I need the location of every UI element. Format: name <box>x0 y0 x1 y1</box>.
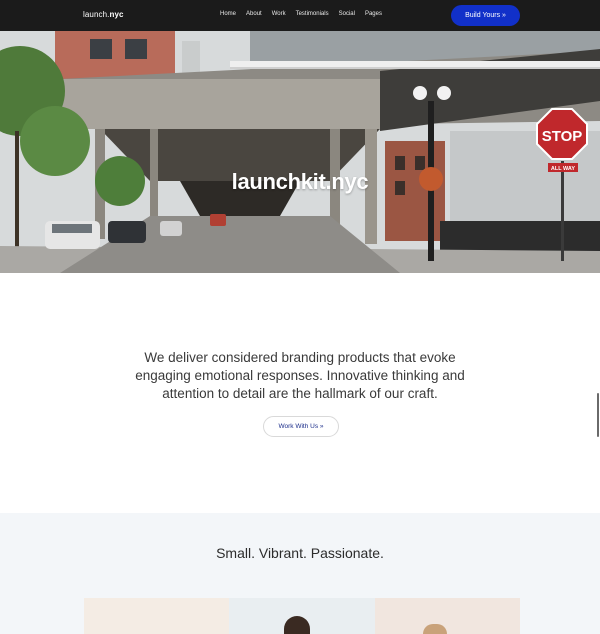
site-logo[interactable]: launch.nyc <box>83 10 124 19</box>
top-navbar: launch.nyc Home About Work Testimonials … <box>0 0 600 31</box>
logo-bold: nyc <box>109 10 124 19</box>
stop-sign-text: STOP <box>542 128 583 145</box>
nav-item-pages[interactable]: Pages <box>365 11 382 17</box>
team-photo <box>229 598 375 634</box>
team-photo <box>375 598 520 634</box>
nav-item-home[interactable]: Home <box>220 11 236 17</box>
nav-menu: Home About Work Testimonials Social Page… <box>220 11 392 17</box>
logo-prefix: launch. <box>83 10 110 19</box>
hero-street-image: STOP ALL WAY <box>0 31 600 273</box>
work-with-us-button[interactable]: Work With Us » <box>263 416 339 437</box>
team-photo-strip <box>84 598 520 634</box>
team-photo <box>84 598 229 634</box>
hero-banner: STOP ALL WAY launchkit.nyc <box>0 31 600 273</box>
nav-item-social[interactable]: Social <box>339 11 355 17</box>
nav-item-about[interactable]: About <box>246 11 262 17</box>
nav-item-testimonials[interactable]: Testimonials <box>296 11 329 17</box>
team-section-title: Small. Vibrant. Passionate. <box>216 545 384 561</box>
build-yours-button[interactable]: Build Yours » <box>451 5 520 26</box>
hero-title: launchkit.nyc <box>231 169 369 194</box>
nav-item-work[interactable]: Work <box>272 11 286 17</box>
page-scrollbar[interactable] <box>597 393 599 437</box>
intro-text: We deliver considered branding products … <box>135 350 465 401</box>
